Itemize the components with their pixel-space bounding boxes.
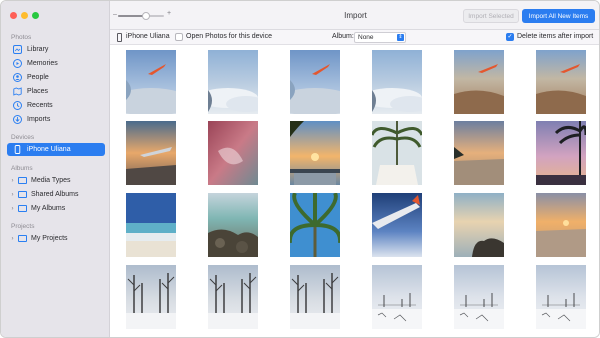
folder-icon xyxy=(18,177,27,184)
open-photos-checkbox[interactable] xyxy=(175,33,183,41)
device-name: iPhone Uliana xyxy=(126,33,170,40)
album-select[interactable]: None ⇕ xyxy=(354,32,406,43)
photo-thumbnail-snow-field[interactable] xyxy=(372,265,422,329)
places-icon xyxy=(13,87,22,96)
sidebar-item-label: Places xyxy=(27,88,49,95)
photo-thumbnail-snow-field[interactable] xyxy=(536,265,586,329)
sidebar-item-my-projects[interactable]: › My Projects xyxy=(7,232,105,245)
sidebar-item-label: People xyxy=(27,74,49,81)
sidebar-item-label: Recents xyxy=(27,102,53,109)
sidebar-item-label: My Projects xyxy=(31,235,68,242)
album-select-value: None xyxy=(358,34,374,41)
chevron-right-icon[interactable]: › xyxy=(9,178,16,184)
recents-icon xyxy=(13,101,22,110)
photo-thumbnail-plane-wing-blue[interactable] xyxy=(372,193,422,257)
sidebar-item-label: Imports xyxy=(27,116,51,123)
sidebar-item-imports[interactable]: Imports xyxy=(7,113,105,126)
zoom-button[interactable] xyxy=(32,12,39,19)
sidebar-item-recents[interactable]: Recents xyxy=(7,99,105,112)
import-window: Photos Library Memories People Places Re… xyxy=(0,0,600,338)
library-icon xyxy=(13,45,22,54)
open-photos-label[interactable]: Open Photos for this device xyxy=(186,33,272,40)
photo-thumbnail-rocky-shore-sunset[interactable] xyxy=(454,193,504,257)
sidebar: Photos Library Memories People Places Re… xyxy=(1,1,110,337)
section-title-devices: Devices xyxy=(11,134,35,141)
photo-thumbnail-palm-shade[interactable] xyxy=(372,121,422,185)
sidebar-item-my-albums[interactable]: › My Albums xyxy=(7,202,105,215)
minimize-button[interactable] xyxy=(21,12,28,19)
folder-icon xyxy=(18,235,27,242)
photo-thumbnail-plane-wing-clouds[interactable] xyxy=(208,50,258,114)
photo-thumbnail-plane-wing-sunset[interactable] xyxy=(126,121,176,185)
photo-grid xyxy=(110,46,599,337)
iphone-icon xyxy=(13,145,22,154)
folder-icon xyxy=(18,191,27,198)
sidebar-item-label: iPhone Uliana xyxy=(27,146,71,153)
toolbar: – + Import Import Selected Import All Ne… xyxy=(110,1,599,30)
section-title-photos: Photos xyxy=(11,34,32,41)
section-title-projects: Projects xyxy=(11,223,35,230)
photo-thumbnail-rocky-beach[interactable] xyxy=(208,193,258,257)
folder-icon xyxy=(18,205,27,212)
sidebar-item-media-types[interactable]: › Media Types xyxy=(7,174,105,187)
photo-thumbnail-sunset-palms[interactable] xyxy=(290,121,340,185)
delete-after-import-label[interactable]: Delete items after import xyxy=(517,33,593,40)
chevron-right-icon[interactable]: › xyxy=(9,206,16,212)
sidebar-item-memories[interactable]: Memories xyxy=(7,57,105,70)
photo-thumbnail-plane-wing-sky[interactable] xyxy=(126,50,176,114)
photo-thumbnail-palm-sunset-purple[interactable] xyxy=(536,121,586,185)
close-button[interactable] xyxy=(10,12,17,19)
sidebar-item-iphone-uliana[interactable]: iPhone Uliana xyxy=(7,143,105,156)
sidebar-item-label: My Albums xyxy=(31,205,66,212)
photo-thumbnail-palm-from-below[interactable] xyxy=(290,193,340,257)
photo-thumbnail-snow-trees[interactable] xyxy=(290,265,340,329)
photo-thumbnail-beach-sunset-orange[interactable] xyxy=(536,193,586,257)
chevron-right-icon[interactable]: › xyxy=(9,192,16,198)
photo-thumbnail-plane-wing-sky[interactable] xyxy=(290,50,340,114)
iphone-icon xyxy=(117,33,122,42)
photo-thumbnail-plane-wing-clouds[interactable] xyxy=(372,50,422,114)
sidebar-item-library[interactable]: Library xyxy=(7,43,105,56)
sidebar-item-label: Memories xyxy=(27,60,58,67)
photo-thumbnail-plane-wing-desert[interactable] xyxy=(454,50,504,114)
section-title-albums: Albums xyxy=(11,165,33,172)
people-icon xyxy=(13,73,22,82)
photo-thumbnail-snow-trees[interactable] xyxy=(208,265,258,329)
delete-after-import-checkbox[interactable]: ✓ xyxy=(506,33,514,41)
sidebar-item-people[interactable]: People xyxy=(7,71,105,84)
photo-thumbnail-plane-wing-desert[interactable] xyxy=(536,50,586,114)
window-controls xyxy=(10,12,39,19)
album-label: Album: xyxy=(332,33,354,40)
photo-thumbnail-beach-waves[interactable] xyxy=(126,193,176,257)
photo-thumbnail-pink-water[interactable] xyxy=(208,121,258,185)
import-all-button[interactable]: Import All New Items xyxy=(522,9,595,23)
imports-icon xyxy=(13,115,22,124)
sidebar-item-shared-albums[interactable]: › Shared Albums xyxy=(7,188,105,201)
photo-thumbnail-beach-sunset[interactable] xyxy=(454,121,504,185)
photo-thumbnail-snow-trees[interactable] xyxy=(126,265,176,329)
chevron-up-down-icon: ⇕ xyxy=(397,34,404,41)
sidebar-item-label: Library xyxy=(27,46,49,53)
memories-icon xyxy=(13,59,22,68)
device-bar: iPhone Uliana Open Photos for this devic… xyxy=(110,30,599,45)
photo-thumbnail-snow-field[interactable] xyxy=(454,265,504,329)
chevron-right-icon[interactable]: › xyxy=(9,236,16,242)
import-selected-button[interactable]: Import Selected xyxy=(463,9,519,23)
sidebar-item-label: Media Types xyxy=(31,177,71,184)
sidebar-item-places[interactable]: Places xyxy=(7,85,105,98)
sidebar-item-label: Shared Albums xyxy=(31,191,79,198)
